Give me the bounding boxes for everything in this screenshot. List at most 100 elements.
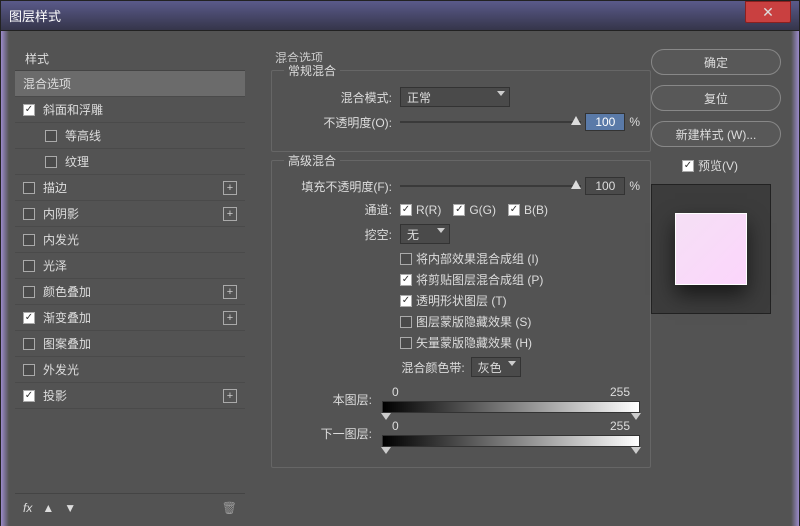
channel-g[interactable]: G(G) [453, 203, 496, 217]
adv-opt-4[interactable]: 矢量蒙版隐藏效果 (H) [400, 334, 640, 351]
blend-if-section: 混合颜色带: 灰色 本图层: 0255 下一图层: 0255 [282, 357, 640, 447]
plus-icon[interactable]: + [223, 207, 237, 221]
sidebar-item-label: 纹理 [65, 153, 89, 170]
plus-icon[interactable]: + [223, 285, 237, 299]
sidebar-item-label: 光泽 [43, 257, 67, 274]
checkbox-icon[interactable] [23, 286, 35, 298]
fill-value[interactable]: 100 [585, 177, 625, 195]
new-style-button[interactable]: 新建样式 (W)... [651, 121, 781, 147]
sidebar-item-6[interactable]: 内发光 [15, 227, 245, 253]
window-title: 图层样式 [9, 6, 745, 25]
checkbox-icon[interactable] [45, 156, 57, 168]
checkbox-icon [400, 316, 412, 328]
sidebar-item-0[interactable]: 混合选项 [15, 71, 245, 97]
checkbox-icon[interactable] [23, 364, 35, 376]
sidebar-item-1[interactable]: 斜面和浮雕 [15, 97, 245, 123]
down-icon[interactable]: ▼ [64, 501, 76, 515]
checkbox-icon [400, 337, 412, 349]
adv-opt-0[interactable]: 将内部效果混合成组 (I) [400, 250, 640, 267]
checkbox-icon[interactable] [23, 312, 35, 324]
chevron-down-icon [497, 91, 505, 96]
knockout-select[interactable]: 无 [400, 224, 450, 244]
close-icon: ✕ [762, 5, 774, 19]
fx-icon[interactable]: fx [23, 501, 32, 515]
channel-label: 通道: [282, 201, 392, 218]
sidebar-item-11[interactable]: 外发光 [15, 357, 245, 383]
sidebar-item-label: 等高线 [65, 127, 101, 144]
opacity-slider[interactable] [400, 115, 581, 129]
band-label: 混合颜色带: [401, 359, 464, 376]
checkbox-icon [400, 253, 412, 265]
preview-swatch [675, 213, 747, 285]
fill-slider[interactable] [400, 179, 581, 193]
checkbox-icon[interactable] [23, 208, 35, 220]
checkbox-icon[interactable] [23, 104, 35, 116]
sidebar-item-label: 内阴影 [43, 205, 79, 222]
checkbox-icon[interactable] [23, 234, 35, 246]
plus-icon[interactable]: + [223, 311, 237, 325]
checkbox-icon[interactable] [23, 182, 35, 194]
preview-checkbox[interactable]: 预览(V) [682, 157, 738, 174]
sidebar-item-7[interactable]: 光泽 [15, 253, 245, 279]
up-icon[interactable]: ▲ [42, 501, 54, 515]
chevron-down-icon [508, 361, 516, 366]
adv-opt-3[interactable]: 图层蒙版隐藏效果 (S) [400, 313, 640, 330]
opacity-label: 不透明度(O): [282, 114, 392, 131]
chevron-down-icon [437, 228, 445, 233]
advanced-blend-group: 高级混合 填充不透明度(F): 100 % 通道: R(R) G(G) B(B)… [271, 160, 651, 468]
close-button[interactable]: ✕ [745, 1, 791, 23]
sidebar-item-5[interactable]: 内阴影 + [15, 201, 245, 227]
sidebar-footer: fx ▲ ▼ 🗑 [15, 493, 245, 521]
sidebar-item-4[interactable]: 描边 + [15, 175, 245, 201]
adv-legend: 高级混合 [284, 152, 340, 169]
sidebar-header: 样式 [15, 47, 245, 71]
sidebar-item-label: 混合选项 [23, 75, 71, 92]
reset-button[interactable]: 复位 [651, 85, 781, 111]
style-sidebar: 样式 混合选项斜面和浮雕等高线纹理描边 + 内阴影 + 内发光光泽颜色叠加+渐变叠加+ 图… [15, 47, 245, 521]
trash-icon[interactable]: 🗑 [222, 501, 237, 515]
plus-icon[interactable]: + [223, 389, 237, 403]
ok-button[interactable]: 确定 [651, 49, 781, 75]
checkbox-icon [400, 274, 412, 286]
knockout-label: 挖空: [282, 226, 392, 243]
checkbox-icon[interactable] [23, 390, 35, 402]
checkbox-icon[interactable] [23, 338, 35, 350]
opacity-value[interactable]: 100 [585, 113, 625, 131]
preview-box [651, 184, 771, 314]
blend-mode-label: 混合模式: [282, 89, 392, 106]
dialog-body: 样式 混合选项斜面和浮雕等高线纹理描边 + 内阴影 + 内发光光泽颜色叠加+渐变叠加+ 图… [1, 31, 799, 526]
plus-icon[interactable]: + [223, 181, 237, 195]
sidebar-item-8[interactable]: 颜色叠加+ [15, 279, 245, 305]
sidebar-item-label: 描边 [43, 179, 67, 196]
sidebar-item-12[interactable]: 投影 + [15, 383, 245, 409]
channel-b[interactable]: B(B) [508, 203, 548, 217]
opacity-unit: % [629, 115, 640, 129]
sidebar-item-label: 内发光 [43, 231, 79, 248]
sidebar-item-10[interactable]: 图案叠加 [15, 331, 245, 357]
checkbox-icon [400, 295, 412, 307]
sidebar-item-label: 投影 [43, 387, 67, 404]
fill-label: 填充不透明度(F): [282, 178, 392, 195]
sidebar-item-9[interactable]: 渐变叠加+ [15, 305, 245, 331]
next-layer-gradient[interactable]: 0255 [382, 419, 640, 447]
titlebar[interactable]: 图层样式 ✕ [1, 1, 799, 31]
layer-style-dialog: 图层样式 ✕ 样式 混合选项斜面和浮雕等高线纹理描边 + 内阴影 + 内发光光泽颜色叠加… [0, 0, 800, 525]
next-layer-label: 下一图层: [282, 425, 372, 442]
adv-opt-2[interactable]: 透明形状图层 (T) [400, 292, 640, 309]
adv-opt-1[interactable]: 将剪贴图层混合成组 (P) [400, 271, 640, 288]
right-panel: 确定 复位 新建样式 (W)... 预览(V) [651, 49, 781, 314]
sidebar-item-3[interactable]: 纹理 [15, 149, 245, 175]
this-layer-gradient[interactable]: 0255 [382, 385, 640, 413]
sidebar-item-label: 图案叠加 [43, 335, 91, 352]
blend-mode-select[interactable]: 正常 [400, 87, 510, 107]
channel-r[interactable]: R(R) [400, 203, 441, 217]
main-panel: 混合选项 常规混合 混合模式: 正常 不透明度(O): 100 % 高级混合 填… [271, 47, 651, 507]
checkbox-icon[interactable] [45, 130, 57, 142]
sidebar-item-label: 斜面和浮雕 [43, 101, 103, 118]
normal-blend-group: 常规混合 混合模式: 正常 不透明度(O): 100 % [271, 70, 651, 152]
checkbox-icon[interactable] [23, 260, 35, 272]
sidebar-item-2[interactable]: 等高线 [15, 123, 245, 149]
sidebar-item-label: 外发光 [43, 361, 79, 378]
normal-legend: 常规混合 [284, 62, 340, 79]
band-select[interactable]: 灰色 [471, 357, 521, 377]
